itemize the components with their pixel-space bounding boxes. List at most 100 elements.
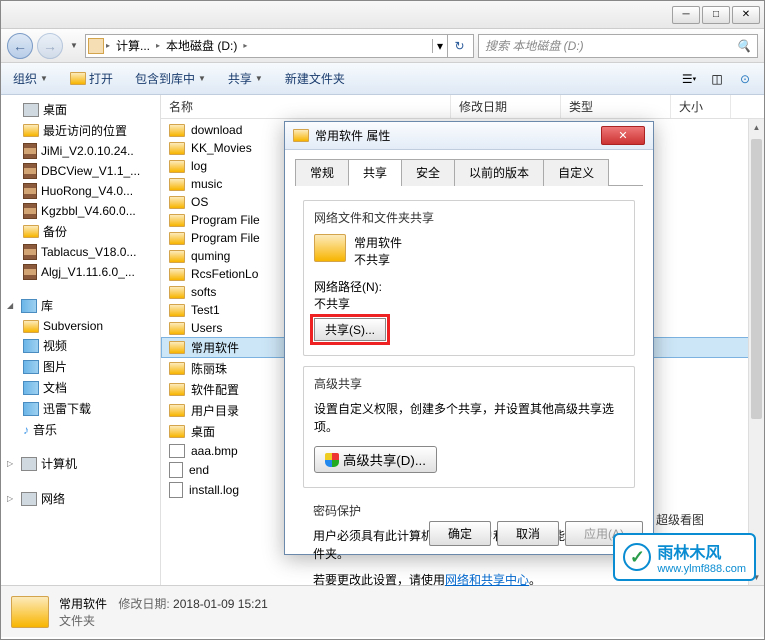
- forward-button[interactable]: →: [37, 33, 63, 59]
- sidebar-item[interactable]: ♪音乐: [1, 419, 160, 440]
- sidebar-item[interactable]: Subversion: [1, 317, 160, 335]
- share-button-highlighted[interactable]: 共享(S)...: [314, 318, 386, 341]
- open-button[interactable]: 打开: [66, 67, 117, 90]
- pictures-icon: [23, 360, 39, 374]
- sidebar-item-label: 迅雷下载: [43, 400, 91, 417]
- watermark: ✓ 雨林木风 www.ylmf888.com: [613, 533, 756, 581]
- sidebar: 桌面 最近访问的位置 JiMi_V2.0.10.24.. DBCView_V1.…: [1, 95, 161, 585]
- breadcrumb-sep: ▸: [154, 41, 162, 50]
- new-folder-button[interactable]: 新建文件夹: [281, 67, 349, 90]
- column-name[interactable]: 名称: [161, 95, 451, 118]
- advanced-share-button[interactable]: 高级共享(D)...: [314, 446, 437, 473]
- minimize-button[interactable]: ─: [672, 6, 700, 24]
- close-button[interactable]: ✕: [732, 6, 760, 24]
- sidebar-desktop[interactable]: 桌面: [1, 99, 160, 120]
- file-name: Users: [191, 321, 222, 335]
- section-title: 密码保护: [313, 502, 625, 519]
- sidebar-header-label: 库: [41, 297, 53, 314]
- view-button[interactable]: ☰▾: [678, 68, 700, 90]
- dialog-tabs: 常规 共享 安全 以前的版本 自定义: [295, 158, 643, 186]
- column-type[interactable]: 类型: [561, 95, 671, 118]
- breadcrumb[interactable]: ▸ 计算... ▸ 本地磁盘 (D:) ▸ ▾ ↻: [85, 34, 474, 58]
- sidebar-item[interactable]: 视频: [1, 335, 160, 356]
- file-name: log: [191, 159, 207, 173]
- include-library-button[interactable]: 包含到库中 ▼: [131, 67, 210, 90]
- text-fragment: 。: [529, 573, 541, 587]
- section-description: 若要更改此设置，请使用网络和共享中心。: [313, 571, 625, 589]
- dialog-titlebar[interactable]: 常用软件 属性 ✕: [285, 122, 653, 150]
- refresh-button[interactable]: ↻: [447, 34, 471, 58]
- sidebar-item-label: 图片: [43, 358, 67, 375]
- video-icon: [23, 339, 39, 353]
- tab-general[interactable]: 常规: [295, 159, 349, 186]
- back-button[interactable]: ←: [7, 33, 33, 59]
- folder-icon: [169, 322, 185, 335]
- maximize-button[interactable]: □: [702, 6, 730, 24]
- breadcrumb-dropdown[interactable]: ▾: [432, 39, 447, 53]
- sidebar-item[interactable]: HuoRong_V4.0...: [1, 181, 160, 201]
- tab-versions[interactable]: 以前的版本: [454, 159, 544, 186]
- sidebar-item[interactable]: Tablacus_V18.0...: [1, 242, 160, 262]
- sidebar-item[interactable]: DBCView_V1.1_...: [1, 161, 160, 181]
- sidebar-item[interactable]: 备份: [1, 221, 160, 242]
- archive-icon: [23, 183, 37, 199]
- file-name: install.log: [189, 483, 239, 497]
- tab-security[interactable]: 安全: [401, 159, 455, 186]
- vertical-scrollbar[interactable]: ▲ ▼: [748, 119, 764, 585]
- chevron-down-icon: ▼: [255, 74, 263, 83]
- tab-customize[interactable]: 自定义: [543, 159, 609, 186]
- sidebar-header-label: 网络: [41, 490, 65, 507]
- organize-button[interactable]: 组织 ▼: [9, 67, 52, 90]
- network-center-link[interactable]: 网络和共享中心: [445, 573, 529, 587]
- file-icon: [169, 462, 183, 478]
- column-size[interactable]: 大小: [671, 95, 731, 118]
- history-dropdown[interactable]: ▼: [67, 36, 81, 56]
- breadcrumb-item[interactable]: 计算...: [112, 35, 154, 57]
- scrollbar-thumb[interactable]: [751, 139, 762, 419]
- sidebar-header-label: 计算机: [41, 455, 77, 472]
- chevron-down-icon: ▼: [40, 74, 48, 83]
- share-status: 不共享: [354, 251, 402, 268]
- search-input[interactable]: 搜索 本地磁盘 (D:) 🔍: [478, 34, 758, 58]
- file-name: RcsFetionLo: [191, 267, 258, 281]
- tab-sharing[interactable]: 共享: [348, 159, 402, 186]
- sidebar-item[interactable]: 图片: [1, 356, 160, 377]
- sidebar-libraries-header[interactable]: ◢ 库: [1, 294, 160, 317]
- dialog-close-button[interactable]: ✕: [601, 126, 645, 145]
- share-label: 共享: [228, 70, 252, 87]
- file-name: 用户目录: [191, 402, 239, 419]
- download-icon: [23, 402, 39, 416]
- sidebar-item[interactable]: Algj_V1.11.6.0_...: [1, 262, 160, 282]
- desktop-icon: [23, 103, 39, 117]
- sidebar-item-label: 最近访问的位置: [43, 122, 127, 139]
- sidebar-item[interactable]: JiMi_V2.0.10.24..: [1, 141, 160, 161]
- breadcrumb-sep: ▸: [104, 41, 112, 50]
- file-name: 软件配置: [191, 381, 239, 398]
- file-name: music: [191, 177, 222, 191]
- status-modified-value: 2018-01-09 15:21: [173, 597, 268, 611]
- breadcrumb-item[interactable]: 本地磁盘 (D:): [162, 35, 241, 57]
- cancel-button[interactable]: 取消: [497, 521, 559, 546]
- scroll-up-arrow[interactable]: ▲: [749, 119, 764, 135]
- sidebar-item[interactable]: Kgzbbl_V4.60.0...: [1, 201, 160, 221]
- help-button[interactable]: ⊙: [734, 68, 756, 90]
- expand-icon: ▷: [7, 459, 17, 468]
- sidebar-recent[interactable]: 最近访问的位置: [1, 120, 160, 141]
- folder-icon: [169, 286, 185, 299]
- share-folder-name: 常用软件: [354, 234, 402, 251]
- sidebar-item-label: JiMi_V2.0.10.24..: [41, 144, 134, 158]
- sidebar-computer-header[interactable]: ▷ 计算机: [1, 452, 160, 475]
- sidebar-item[interactable]: 迅雷下载: [1, 398, 160, 419]
- section-title: 网络文件和文件夹共享: [314, 209, 624, 226]
- sidebar-item[interactable]: 文档: [1, 377, 160, 398]
- ok-button[interactable]: 确定: [429, 521, 491, 546]
- share-button[interactable]: 共享 ▼: [224, 67, 267, 90]
- file-name: KK_Movies: [191, 141, 252, 155]
- sidebar-network-header[interactable]: ▷ 网络: [1, 487, 160, 510]
- library-icon: [21, 299, 37, 313]
- network-icon: [21, 492, 37, 506]
- column-modified[interactable]: 修改日期: [451, 95, 561, 118]
- preview-pane-button[interactable]: ◫: [706, 68, 728, 90]
- advanced-sharing-section: 高级共享 设置自定义权限，创建多个共享，并设置其他高级共享选项。 高级共享(D)…: [303, 366, 635, 488]
- file-name: aaa.bmp: [191, 444, 238, 458]
